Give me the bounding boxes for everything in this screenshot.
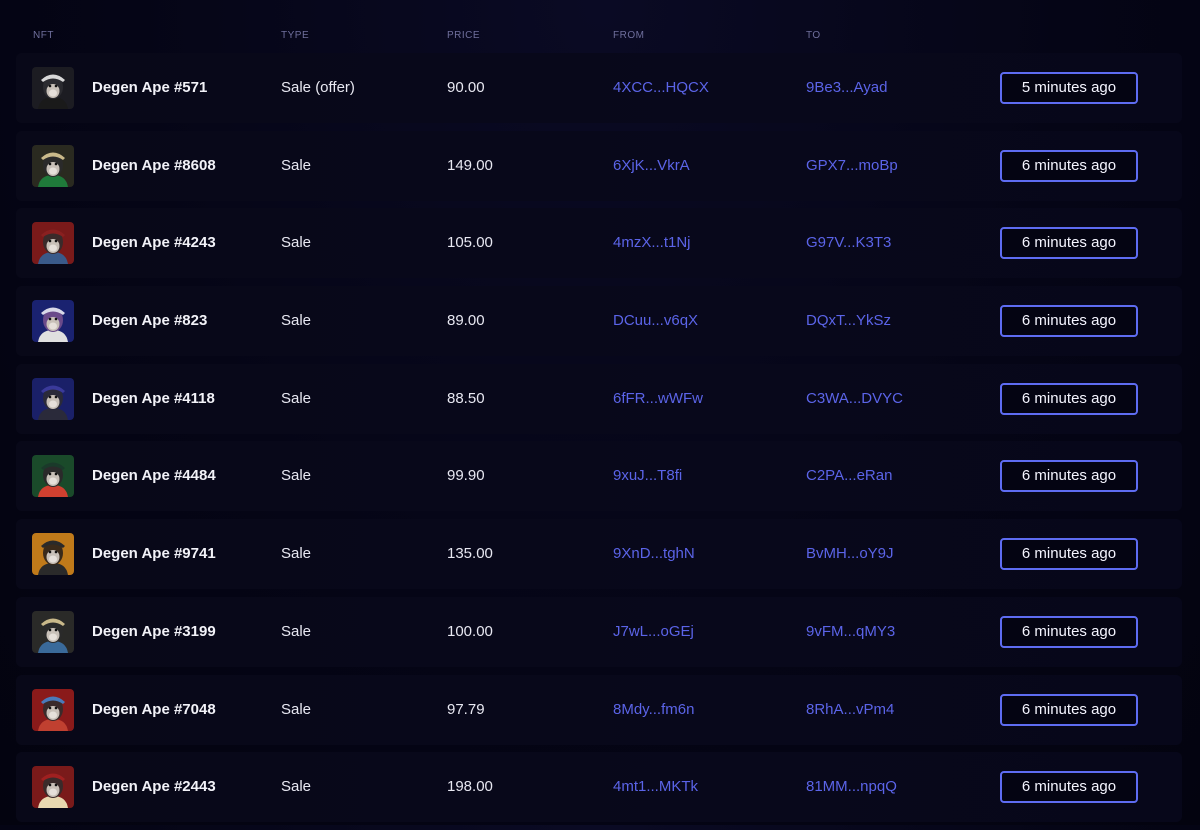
sale-type: Sale [281,545,312,563]
to-address-link[interactable]: C2PA...eRan [806,441,892,511]
time-ago-button[interactable]: 6 minutes ago [1000,460,1138,493]
table-row[interactable]: Degen Ape #9741 Sale 135.00 9XnD...tghN BvMH… [16,519,1182,590]
to-address-link[interactable]: GPX7...moBp [806,131,898,201]
from-address-link[interactable]: 8Mdy...fm6n [613,675,694,745]
sale-price: 88.50 [447,389,485,407]
nft-name: Degen Ape #7048 [92,700,216,718]
header-from: FROM [613,30,645,41]
header-type: TYPE [281,30,310,41]
nft-name: Degen Ape #823 [92,312,208,330]
to-address-link[interactable]: 9Be3...Ayad [806,53,887,123]
table-row[interactable]: Degen Ape #4484 Sale 99.90 9xuJ...T8fi C2PA.… [16,441,1182,512]
time-ago-button[interactable]: 5 minutes ago [1000,72,1138,104]
from-address-link[interactable]: 9xuJ...T8fi [613,441,682,511]
nft-thumbnail[interactable] [32,766,74,809]
nft-thumbnail[interactable] [32,67,74,109]
sale-type: Sale [281,778,312,796]
nft-name: Degen Ape #8608 [92,156,216,174]
from-address-link[interactable]: 4mt1...MKTk [613,752,698,822]
table-row[interactable]: Degen Ape #8608 Sale 149.00 6XjK...VkrA GPX7… [16,130,1182,201]
time-ago-button[interactable]: 6 minutes ago [1000,693,1138,726]
sale-price: 149.00 [447,156,493,174]
nft-thumbnail[interactable] [32,455,74,498]
sale-price: 135.00 [447,545,493,563]
to-address-link[interactable]: 81MM...npqQ [806,752,897,822]
from-address-link[interactable]: DCuu...v6qX [613,286,698,356]
sale-price: 99.90 [447,467,485,485]
sale-type: Sale [281,156,312,174]
header-nft: NFT [33,30,54,41]
sale-type: Sale [281,622,312,640]
sale-price: 100.00 [447,622,493,640]
sale-price: 198.00 [447,778,493,796]
to-address-link[interactable]: DQxT...YkSz [806,286,891,356]
sale-type: Sale (offer) [281,79,355,96]
table-body: Degen Ape #571 Sale (offer) 90.00 4XCC...HQ… [16,53,1182,830]
to-address-link[interactable]: BvMH...oY9J [806,519,894,589]
table-row[interactable]: Degen Ape #571 Sale (offer) 90.00 4XCC...HQ… [16,53,1182,123]
time-ago-button[interactable]: 6 minutes ago [1000,149,1138,182]
table-row[interactable]: Degen Ape #3199 Sale 100.00 J7wL...oGEj 9vFM… [16,596,1182,667]
table-row[interactable]: Degen Ape #4243 Sale 105.00 4mzX...t1Nj G97V… [16,208,1182,279]
time-ago-button[interactable]: 6 minutes ago [1000,538,1138,571]
sale-type: Sale [281,312,312,330]
table-row[interactable]: Degen Ape #823 Sale 89.00 DCuu...v6qX DQxT..… [16,286,1182,357]
time-ago-button[interactable]: 6 minutes ago [1000,305,1138,338]
from-address-link[interactable]: 9XnD...tghN [613,519,695,589]
from-address-link[interactable]: 4mzX...t1Nj [613,208,691,278]
to-address-link[interactable]: C3WA...DVYC [806,364,903,434]
to-address-link[interactable]: 8RhA...vPm4 [806,675,894,745]
sale-price: 90.00 [447,79,485,96]
to-address-link[interactable]: 9vFM...qMY3 [806,597,895,667]
sale-type: Sale [281,700,312,718]
nft-name: Degen Ape #2443 [92,778,216,796]
sale-type: Sale [281,234,312,252]
table-header: NFT TYPE PRICE FROM TO [0,30,1200,46]
header-price: PRICE [447,30,481,41]
from-address-link[interactable]: 6XjK...VkrA [613,131,690,201]
sale-price: 97.79 [447,700,485,718]
from-address-link[interactable]: J7wL...oGEj [613,597,694,667]
nft-name: Degen Ape #4118 [92,389,215,407]
sales-activity-table: NFT TYPE PRICE FROM TO Degen Ape #571 Sal… [0,0,1200,825]
nft-thumbnail[interactable] [32,533,74,576]
time-ago-button[interactable]: 6 minutes ago [1000,771,1138,804]
nft-name: Degen Ape #571 [92,79,208,96]
time-ago-button[interactable]: 6 minutes ago [1000,227,1138,260]
sale-type: Sale [281,467,312,485]
sale-type: Sale [281,389,312,407]
sale-price: 105.00 [447,234,493,252]
nft-thumbnail[interactable] [32,144,74,187]
header-to: TO [806,30,821,41]
nft-thumbnail[interactable] [32,222,74,265]
table-row[interactable]: Degen Ape #2443 Sale 198.00 4mt1...MKTk 81MM… [16,752,1182,823]
from-address-link[interactable]: 4XCC...HQCX [613,53,709,123]
nft-name: Degen Ape #4484 [92,467,216,485]
nft-name: Degen Ape #3199 [92,622,216,640]
nft-thumbnail[interactable] [32,377,74,420]
sale-price: 89.00 [447,312,485,330]
nft-thumbnail[interactable] [32,688,74,731]
nft-name: Degen Ape #4243 [92,234,216,252]
table-row[interactable]: Degen Ape #4118 Sale 88.50 6fFR...wWFw C3WA.… [16,363,1182,434]
from-address-link[interactable]: 6fFR...wWFw [613,364,703,434]
to-address-link[interactable]: G97V...K3T3 [806,208,891,278]
nft-thumbnail[interactable] [32,300,74,343]
table-row[interactable]: Degen Ape #7048 Sale 97.79 8Mdy...fm6n 8RhA.… [16,674,1182,745]
time-ago-button[interactable]: 6 minutes ago [1000,382,1138,415]
time-ago-button[interactable]: 6 minutes ago [1000,615,1138,648]
nft-thumbnail[interactable] [32,610,74,653]
nft-name: Degen Ape #9741 [92,545,216,563]
